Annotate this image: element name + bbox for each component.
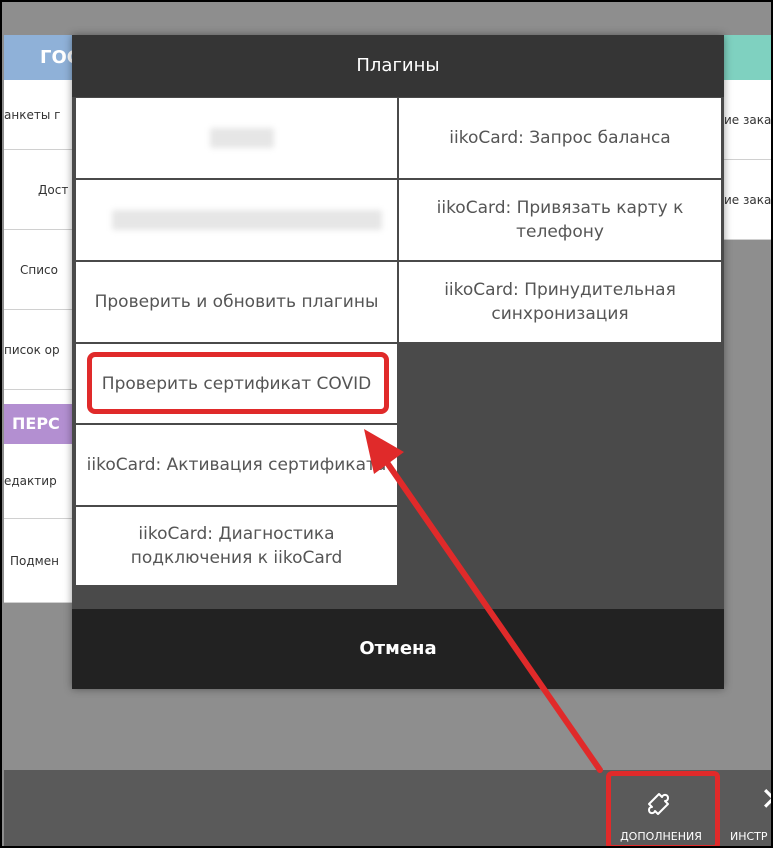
redacted-text xyxy=(210,128,274,148)
plugin-force-sync-button[interactable]: iikoCard: Принудительная синхронизация xyxy=(399,262,721,342)
background-item[interactable]: Подмен xyxy=(4,519,72,603)
plugin-button-redacted-2[interactable] xyxy=(76,180,397,260)
plugin-certificate-activation-button[interactable]: iikoCard: Активация сертификата xyxy=(76,425,397,505)
addons-label: ДОПОЛНЕНИЯ xyxy=(620,830,702,843)
background-item[interactable]: писок ор xyxy=(4,310,72,390)
background-left-panel: ГОС анкеты г Дост Списо писок ор ПЕРС ед… xyxy=(4,35,72,615)
puzzle-icon xyxy=(648,793,669,815)
addons-button[interactable]: ДОПОЛНЕНИЯ xyxy=(605,774,717,846)
tools-icon: ✕ xyxy=(760,780,771,818)
dialog-title: Плагины xyxy=(72,35,724,97)
background-item[interactable]: Списо xyxy=(4,230,72,310)
plugin-diagnostics-button[interactable]: iikoCard: Диагностика подключения к iiko… xyxy=(76,507,397,585)
plugin-bind-card-phone-button[interactable]: iikoCard: Привязать карту к телефону xyxy=(399,180,721,260)
plugin-check-update-button[interactable]: Проверить и обновить плагины xyxy=(76,262,397,342)
tools-label: ИНСТР xyxy=(730,830,768,843)
background-section-header: ГОС xyxy=(4,35,72,80)
background-item[interactable]: анкеты г xyxy=(4,80,72,150)
screenshot-frame: ГОС анкеты г Дост Списо писок ор ПЕРС ед… xyxy=(0,0,773,848)
cancel-button[interactable]: Отмена xyxy=(72,609,724,689)
background-section-header-right xyxy=(722,35,771,80)
background-item[interactable]: Дост xyxy=(4,150,72,230)
background-section-header-personnel: ПЕРС xyxy=(4,404,72,444)
background-item[interactable]: ие заказ xyxy=(722,80,771,160)
background-gap xyxy=(4,390,72,404)
background-item[interactable]: едактир xyxy=(4,444,72,519)
background-right-panel: ие заказ ие заказ xyxy=(722,35,771,250)
plugin-balance-request-button[interactable]: iikoCard: Запрос баланса xyxy=(399,98,721,178)
background-item[interactable]: ие заказ xyxy=(722,160,771,240)
tools-button[interactable]: ✕ ИНСТР xyxy=(726,774,771,846)
plugins-dialog: Плагины Проверить и обновить плагины Про… xyxy=(72,35,724,689)
redacted-text xyxy=(112,210,382,230)
plugin-button-redacted-1[interactable] xyxy=(76,98,397,178)
plugin-covid-certificate-button[interactable]: Проверить сертификат COVID xyxy=(76,344,397,423)
